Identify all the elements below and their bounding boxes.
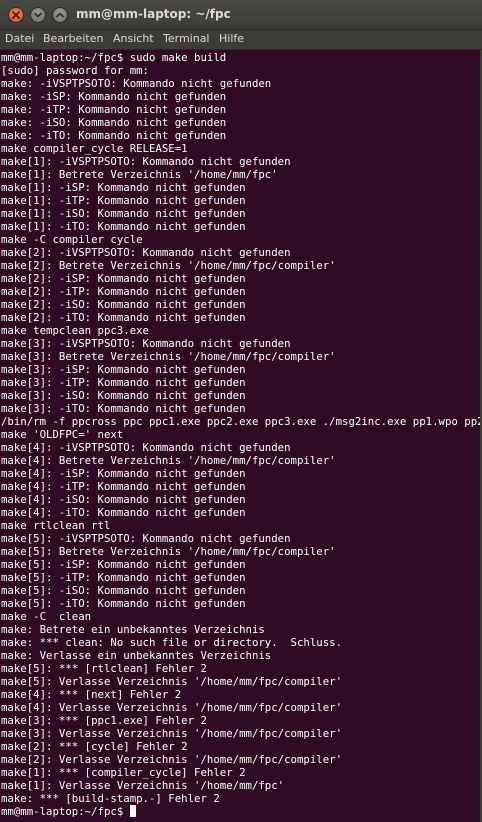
output-line: make[1]: *** [compiler_cycle] Fehler 2	[1, 766, 246, 779]
output-line: make[4]: Verlasse Verzeichnis '/home/mm/…	[1, 701, 343, 714]
output-line: make[1]: -iVSPTPSOTO: Kommando nicht gef…	[1, 155, 291, 168]
output-line: make[3]: -iSP: Kommando nicht gefunden	[1, 363, 246, 376]
output-line: make: -iTP: Kommando nicht gefunden	[1, 103, 227, 116]
output-line: make[2]: -iTO: Kommando nicht gefunden	[1, 311, 246, 324]
output-line: make[3]: -iSO: Kommando nicht gefunden	[1, 389, 246, 402]
maximize-button[interactable]	[52, 7, 68, 23]
output-line: make[4]: -iSP: Kommando nicht gefunden	[1, 467, 246, 480]
output-line: make[2]: Verlasse Verzeichnis '/home/mm/…	[1, 753, 343, 766]
output-line: make[3]: -iVSPTPSOTO: Kommando nicht gef…	[1, 337, 291, 350]
output-line: make[3]: -iTO: Kommando nicht gefunden	[1, 402, 246, 415]
menu-item-ansicht[interactable]: Ansicht	[113, 32, 154, 45]
output-line: make[1]: Betrete Verzeichnis '/home/mm/f…	[1, 168, 278, 181]
output-line: [sudo] password for mm:	[1, 64, 149, 77]
output-line: make[5]: Verlasse Verzeichnis '/home/mm/…	[1, 675, 343, 688]
title-bar[interactable]: mm@mm-laptop: ~/fpc	[0, 0, 482, 30]
output-line: make[2]: -iTP: Kommando nicht gefunden	[1, 285, 246, 298]
output-line: make[4]: -iVSPTPSOTO: Kommando nicht gef…	[1, 441, 291, 454]
output-line: make[5]: -iTP: Kommando nicht gefunden	[1, 571, 246, 584]
menu-item-datei[interactable]: Datei	[5, 32, 34, 45]
output-line: make[5]: *** [rtlclean] Fehler 2	[1, 662, 207, 675]
output-line: make[5]: Betrete Verzeichnis '/home/mm/f…	[1, 545, 336, 558]
output-line: make[1]: -iTP: Kommando nicht gefunden	[1, 194, 246, 207]
output-line: make[1]: -iSO: Kommando nicht gefunden	[1, 207, 246, 220]
output-line: make 'OLDFPC=' next	[1, 428, 124, 441]
output-line: make[4]: -iTP: Kommando nicht gefunden	[1, 480, 246, 493]
output-line: make: Verlasse ein unbekanntes Verzeichn…	[1, 649, 272, 662]
output-line: make: *** clean: No such file or directo…	[1, 636, 343, 649]
output-line: make[1]: Verlasse Verzeichnis '/home/mm/…	[1, 779, 285, 792]
close-button[interactable]	[8, 7, 24, 23]
output-line: /bin/rm -f ppcross ppc ppc1.exe ppc2.exe…	[1, 415, 482, 428]
close-icon	[12, 11, 20, 19]
output-line: make[4]: Betrete Verzeichnis '/home/mm/f…	[1, 454, 336, 467]
output-line: make: Betrete ein unbekanntes Verzeichni…	[1, 623, 265, 636]
terminal-area[interactable]: mm@mm-laptop:~/fpc$ sudo make build [sud…	[0, 50, 482, 822]
output-line: make: *** [build-stamp.-] Fehler 2	[1, 792, 220, 805]
output-line: make[2]: -iSP: Kommando nicht gefunden	[1, 272, 246, 285]
output-line: make[4]: -iTO: Kommando nicht gefunden	[1, 506, 246, 519]
menu-item-terminal[interactable]: Terminal	[163, 32, 210, 45]
chevron-up-icon	[56, 12, 64, 18]
output-line: make -C clean	[1, 610, 92, 623]
output-line: make[3]: Verlasse Verzeichnis '/home/mm/…	[1, 727, 343, 740]
output-line: make[2]: -iVSPTPSOTO: Kommando nicht gef…	[1, 246, 291, 259]
prompt-line[interactable]: mm@mm-laptop:~/fpc$	[1, 805, 136, 818]
output-line: make[5]: -iTO: Kommando nicht gefunden	[1, 597, 246, 610]
menu-item-hilfe[interactable]: Hilfe	[219, 32, 244, 45]
output-line: make: -iVSPTPSOTO: Kommando nicht gefund…	[1, 77, 272, 90]
text-cursor	[129, 805, 136, 817]
output-line: make[4]: *** [next] Fehler 2	[1, 688, 182, 701]
output-line: make[5]: -iSP: Kommando nicht gefunden	[1, 558, 246, 571]
chevron-down-icon	[34, 12, 42, 18]
output-line: make[1]: -iSP: Kommando nicht gefunden	[1, 181, 246, 194]
output-line: make[3]: Betrete Verzeichnis '/home/mm/f…	[1, 350, 336, 363]
output-line: make[3]: *** [ppc1.exe] Fehler 2	[1, 714, 207, 727]
output-line: make[5]: -iSO: Kommando nicht gefunden	[1, 584, 246, 597]
output-line: make: -iSO: Kommando nicht gefunden	[1, 116, 227, 129]
output-line: make compiler_cycle RELEASE=1	[1, 142, 188, 155]
window-title: mm@mm-laptop: ~/fpc	[76, 7, 231, 21]
output-line: make: -iSP: Kommando nicht gefunden	[1, 90, 227, 103]
output-line: make[2]: Betrete Verzeichnis '/home/mm/f…	[1, 259, 336, 272]
output-line: make[1]: -iTO: Kommando nicht gefunden	[1, 220, 246, 233]
output-line: make tempclean ppc3.exe	[1, 324, 149, 337]
output-line: make[5]: -iVSPTPSOTO: Kommando nicht gef…	[1, 532, 291, 545]
output-line: make -C compiler cycle	[1, 233, 143, 246]
output-line: make[2]: -iSO: Kommando nicht gefunden	[1, 298, 246, 311]
terminal-window: mm@mm-laptop: ~/fpc Datei Bearbeiten Ans…	[0, 0, 482, 822]
output-line: make[4]: -iSO: Kommando nicht gefunden	[1, 493, 246, 506]
output-line: make[3]: -iTP: Kommando nicht gefunden	[1, 376, 246, 389]
menu-item-bearbeiten[interactable]: Bearbeiten	[43, 32, 103, 45]
shell-prompt: mm@mm-laptop:~/fpc$	[1, 805, 130, 818]
terminal-output: mm@mm-laptop:~/fpc$ sudo make build [sud…	[0, 50, 482, 818]
output-line: make rtlclean rtl	[1, 519, 111, 532]
output-line: make[2]: *** [cycle] Fehler 2	[1, 740, 188, 753]
menu-bar: Datei Bearbeiten Ansicht Terminal Hilfe	[0, 30, 482, 50]
output-line: mm@mm-laptop:~/fpc$ sudo make build	[1, 51, 227, 64]
minimize-button[interactable]	[30, 7, 46, 23]
output-line: make: -iTO: Kommando nicht gefunden	[1, 129, 227, 142]
